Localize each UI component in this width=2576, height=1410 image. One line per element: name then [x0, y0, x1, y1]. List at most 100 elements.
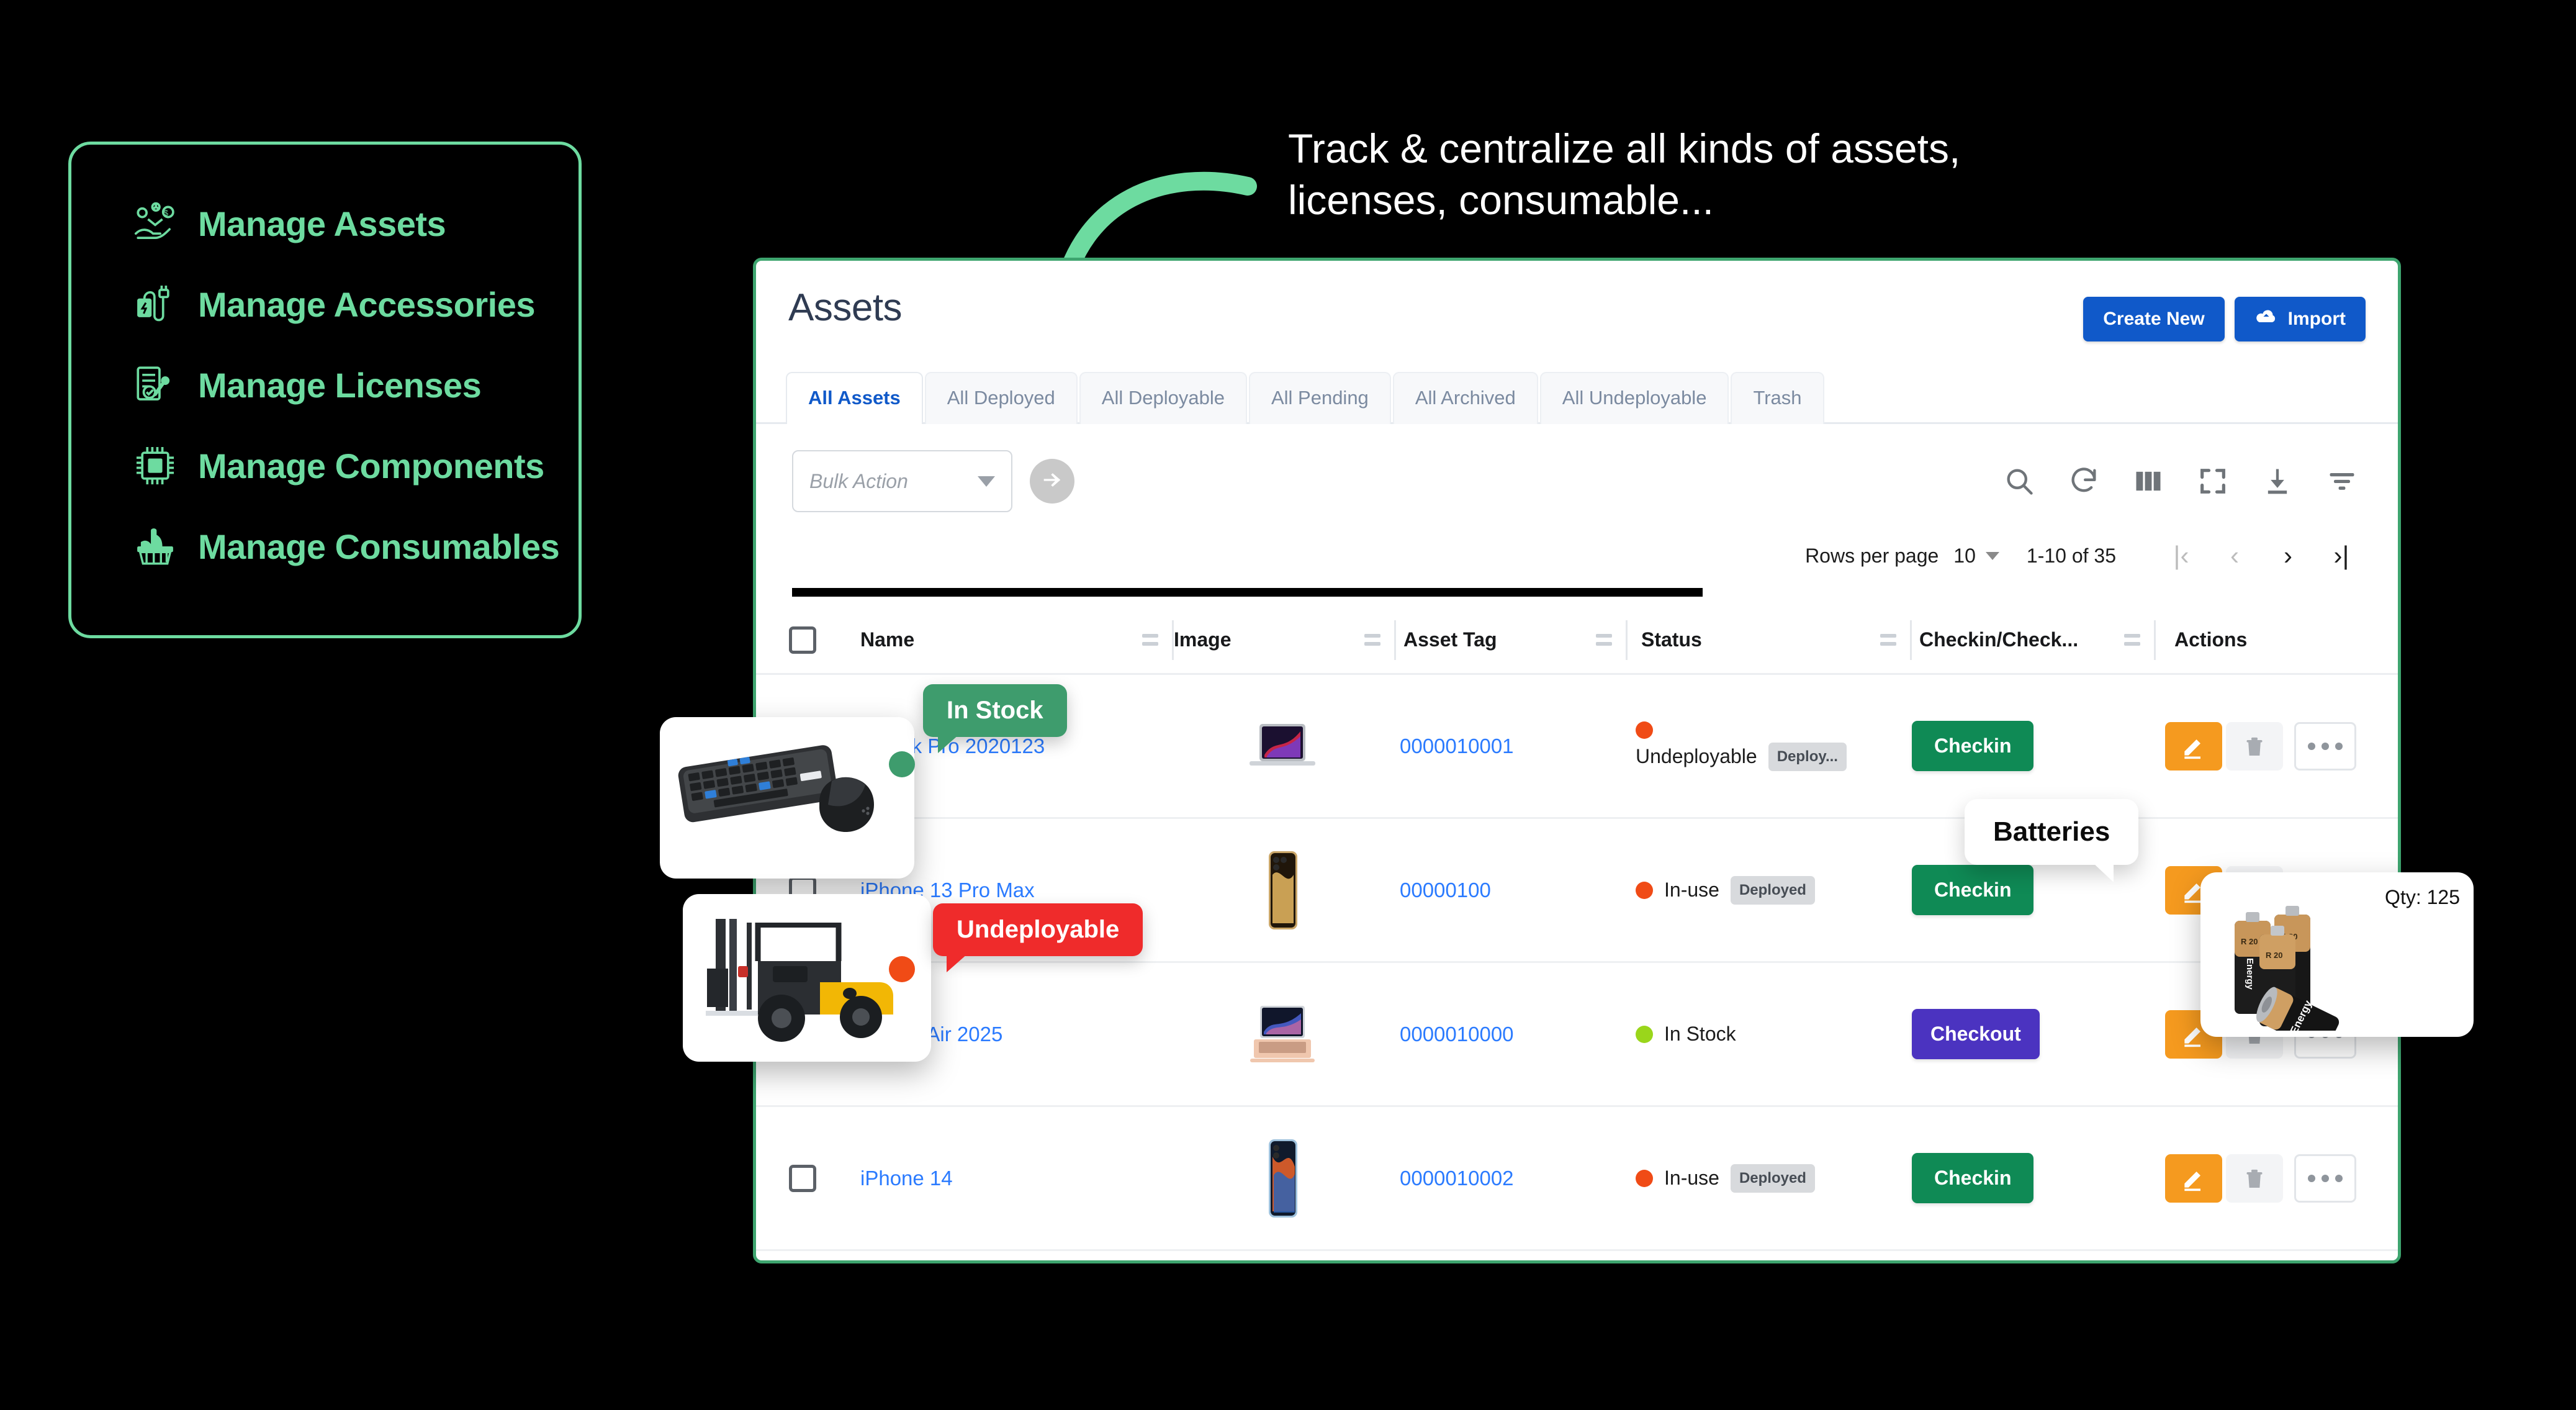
tab-trash[interactable]: Trash: [1731, 372, 1824, 424]
basket-icon: [131, 522, 179, 571]
iphone-14-blue-thumbnail: [1268, 1139, 1297, 1218]
asset-tag-link[interactable]: 0000010000: [1400, 1023, 1514, 1046]
feature-item-label: Manage Consumables: [198, 526, 560, 566]
next-page-button[interactable]: ›: [2261, 541, 2315, 571]
column-menu-icon[interactable]: [1596, 634, 1612, 646]
checkin-button[interactable]: Checkin: [1912, 721, 2034, 771]
cell-image: [1172, 1005, 1392, 1064]
edit-button[interactable]: [2165, 1154, 2222, 1203]
feature-item-manage-licenses: Manage Licenses: [71, 345, 579, 425]
status-badge: Deployed: [1730, 875, 1815, 905]
checkout-button[interactable]: Checkout: [1912, 1009, 2040, 1059]
asset-tag-link[interactable]: 00000100: [1400, 879, 1491, 902]
cell-checkin-checkout: Checkin: [1904, 721, 2146, 771]
cell-status: Undeployable Deploy...: [1622, 721, 1904, 771]
callout-batteries: Batteries: [1965, 799, 2139, 882]
status-badge: Deploy...: [1768, 742, 1847, 771]
status-dot: [1636, 721, 1653, 739]
cell-asset-tag: 00000100: [1392, 879, 1622, 902]
more-actions-button[interactable]: [2294, 1154, 2356, 1203]
feature-item-label: Manage Accessories: [198, 284, 536, 324]
column-header-label: Image: [1174, 628, 1232, 651]
column-menu-icon[interactable]: [1364, 634, 1380, 646]
macbook-air-thumbnail: [1250, 1005, 1315, 1062]
table-header-row: Name Image Asset Tag Status Checkin/Chec…: [756, 607, 2398, 675]
create-new-label: Create New: [2103, 309, 2205, 329]
table-row[interactable]: iPhone 14 0000010002 In-use Deployed Che…: [756, 1107, 2398, 1251]
tab-all-archived[interactable]: All Archived: [1392, 372, 1538, 424]
column-header-label: Actions: [2174, 628, 2248, 651]
status-dot: [1636, 1025, 1653, 1043]
rows-per-page-select[interactable]: 10: [1953, 545, 1999, 567]
delete-button[interactable]: [2226, 721, 2283, 771]
cell-image: [1172, 720, 1392, 772]
column-menu-icon[interactable]: [1142, 634, 1158, 646]
cell-name: iPhone 14: [849, 1167, 1172, 1190]
tab-all-undeployable[interactable]: All Undeployable: [1539, 372, 1729, 424]
column-header-image[interactable]: Image: [1174, 607, 1394, 673]
headline: Track & centralize all kinds of assets, …: [1288, 123, 2331, 225]
asset-tag-link[interactable]: 0000010001: [1400, 734, 1514, 757]
checkin-button[interactable]: Checkin: [1912, 865, 2034, 915]
table-row[interactable]: ...book Air 2025 0000010000 In Stock Che…: [756, 963, 2398, 1107]
callout-label: Undeployable: [957, 916, 1120, 943]
column-header-label: Asset Tag: [1403, 628, 1497, 651]
filter-icon[interactable]: [2326, 465, 2358, 497]
table-tool-icons: [2003, 465, 2362, 497]
charger-cable-icon: [131, 280, 179, 328]
bulk-action-placeholder: Bulk Action: [809, 469, 908, 492]
search-icon[interactable]: [2003, 465, 2035, 497]
header-actions: Create New Import: [2083, 286, 2366, 341]
horizontal-scrollbar[interactable]: [792, 588, 2362, 597]
last-page-button[interactable]: ›|: [2315, 541, 2368, 571]
import-button[interactable]: Import: [2234, 297, 2366, 341]
create-new-button[interactable]: Create New: [2083, 297, 2225, 341]
row-select-cell: [756, 1164, 849, 1192]
iphone-gold-thumbnail: [1268, 851, 1297, 929]
svg-text:R 20: R 20: [2241, 937, 2258, 946]
first-page-button[interactable]: |‹: [2155, 541, 2208, 571]
column-header-name[interactable]: Name: [849, 607, 1172, 673]
feature-list-panel: $ Manage Assets Manage Accessories Manag…: [68, 142, 582, 638]
refresh-icon[interactable]: [2068, 465, 2100, 497]
delete-button[interactable]: [2226, 1154, 2283, 1203]
status-label: Undeployable: [1636, 745, 1757, 767]
more-actions-button[interactable]: [2294, 721, 2356, 771]
column-menu-icon[interactable]: [2124, 634, 2140, 646]
tab-all-deployed[interactable]: All Deployed: [924, 372, 1078, 424]
callout-tail: [2092, 862, 2114, 882]
column-header-status[interactable]: Status: [1628, 607, 1910, 673]
headline-line-2: licenses, consumable...: [1288, 176, 1714, 223]
status-dot: [1636, 1169, 1653, 1187]
scrollbar-thumb[interactable]: [792, 588, 1703, 597]
tab-all-deployable[interactable]: All Deployable: [1079, 372, 1247, 424]
overlay-status-dot-undeployable: [889, 956, 915, 982]
column-header-checkin-checkout[interactable]: Checkin/Check...: [1912, 607, 2154, 673]
checkin-button[interactable]: Checkin: [1912, 1153, 2034, 1203]
tab-all-pending[interactable]: All Pending: [1248, 372, 1391, 424]
prev-page-button[interactable]: ‹: [2208, 541, 2261, 571]
asset-name-link[interactable]: iPhone 14: [860, 1167, 953, 1190]
quantity-label: Qty: 125: [2385, 886, 2460, 909]
headline-line-1: Track & centralize all kinds of assets,: [1288, 125, 1961, 171]
tab-all-assets[interactable]: All Assets: [786, 372, 923, 424]
page-title: Assets: [788, 286, 903, 329]
feature-item-manage-components: Manage Components: [71, 425, 579, 506]
select-all-checkbox[interactable]: [789, 626, 816, 654]
edit-button[interactable]: [2165, 721, 2222, 771]
columns-icon[interactable]: [2132, 465, 2164, 497]
batteries-card: Qty: 125 R 20 Energy R 20 R 20: [2200, 872, 2474, 1037]
bulk-action-go-button[interactable]: [1030, 459, 1074, 504]
cell-asset-tag: 0000010001: [1392, 734, 1622, 758]
cell-actions: [2146, 1154, 2398, 1203]
column-menu-icon[interactable]: [1880, 634, 1896, 646]
row-checkbox[interactable]: [789, 1164, 816, 1192]
asset-tag-link[interactable]: 0000010002: [1400, 1167, 1514, 1190]
poster-canvas: $ Manage Assets Manage Accessories Manag…: [0, 0, 2576, 1410]
column-header-asset-tag[interactable]: Asset Tag: [1396, 607, 1626, 673]
download-icon[interactable]: [2261, 465, 2294, 497]
keyboard-mouse-photo: [678, 745, 874, 832]
cell-checkin-checkout: Checkout: [1904, 1009, 2146, 1059]
fullscreen-icon[interactable]: [2197, 465, 2229, 497]
bulk-action-select[interactable]: Bulk Action: [792, 450, 1012, 512]
